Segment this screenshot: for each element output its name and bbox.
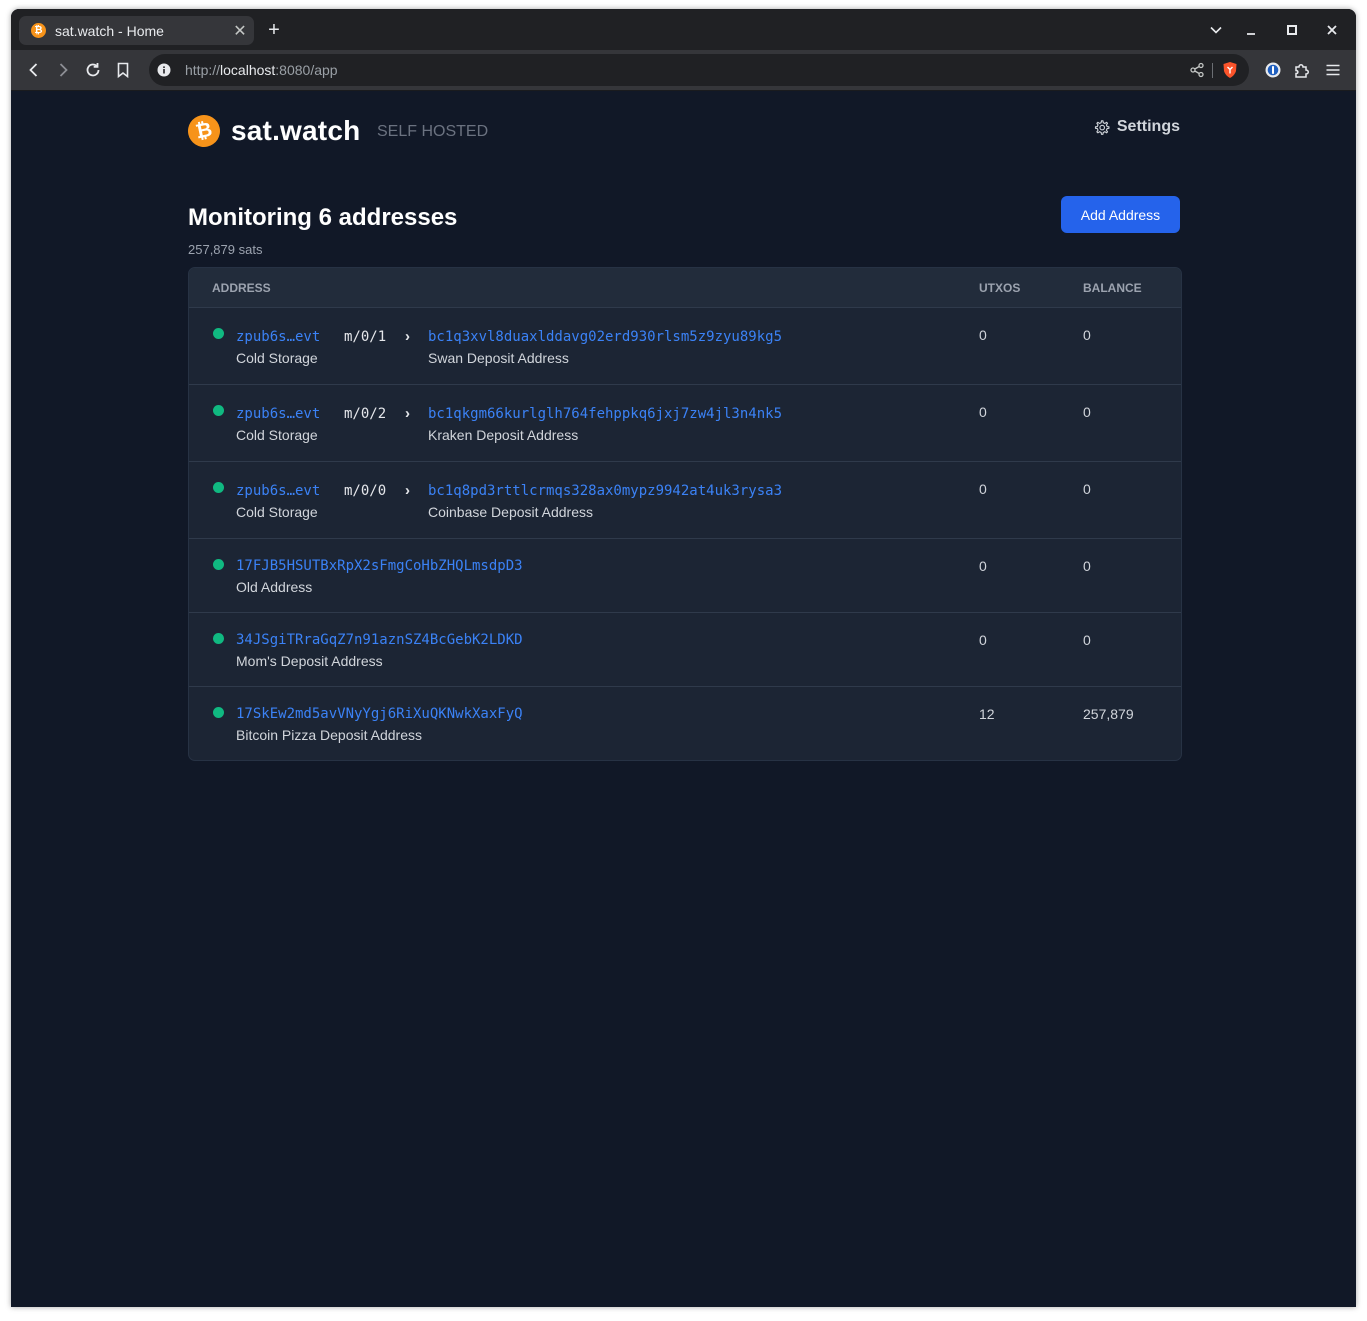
forward-arrow-icon[interactable] <box>51 58 75 82</box>
maximize-icon[interactable] <box>1280 18 1304 42</box>
password-manager-icon[interactable] <box>1261 58 1285 82</box>
column-header-address: ADDRESS <box>212 281 271 295</box>
address-label: Old Address <box>236 579 313 595</box>
bitcoin-logo-icon: ₿ <box>185 112 223 150</box>
url-host: localhost <box>220 62 276 78</box>
status-dot-icon <box>213 559 224 570</box>
close-window-icon[interactable] <box>1320 18 1344 42</box>
chevron-right-icon: › <box>405 482 410 499</box>
address-link[interactable]: bc1q3xvl8duaxlddavg02erd930rlsm5z9zyu89k… <box>428 329 782 345</box>
balance-value: 0 <box>1083 632 1091 648</box>
xpub-link[interactable]: zpub6s…evt <box>236 406 320 422</box>
tab-close-icon[interactable]: ✕ <box>228 21 252 41</box>
address-link[interactable]: 17FJB5HSUTBxRpX2sFmgCoHbZHQLmsdpD3 <box>236 558 523 574</box>
xpub-link[interactable]: zpub6s…evt <box>236 329 320 345</box>
address-bar[interactable]: http://localhost:8080/app <box>149 54 1249 86</box>
address-link[interactable]: 34JSgiTRraGqZ7n91aznSZ4BcGebK2LDKD <box>236 632 523 648</box>
browser-toolbar: http://localhost:8080/app <box>11 50 1356 91</box>
browser-window: ₿ sat.watch - Home ✕ + http://localhost:… <box>11 9 1356 1307</box>
balance-value: 257,879 <box>1083 706 1134 722</box>
app-name[interactable]: sat.watch <box>231 113 360 149</box>
balance-value: 0 <box>1083 558 1091 574</box>
back-arrow-icon[interactable] <box>22 58 46 82</box>
utxo-count: 12 <box>979 706 995 722</box>
app-header: ₿ sat.watch SELF HOSTED Settings <box>185 112 1180 153</box>
addresses-table: ADDRESS UTXOS BALANCE zpub6s…evt m/0/1 ›… <box>188 267 1182 761</box>
address-label: Coinbase Deposit Address <box>428 504 593 520</box>
column-header-balance: BALANCE <box>1083 281 1142 295</box>
minimize-icon[interactable] <box>1239 18 1263 42</box>
total-balance: 257,879 sats <box>188 242 263 257</box>
address-label: Bitcoin Pizza Deposit Address <box>236 727 422 743</box>
address-link[interactable]: bc1qkgm66kurlglh764fehppkq6jxj7zw4jl3n4n… <box>428 406 782 422</box>
chevron-right-icon: › <box>405 328 410 345</box>
utxo-count: 0 <box>979 558 987 574</box>
table-row[interactable]: 34JSgiTRraGqZ7n91aznSZ4BcGebK2LDKD Mom's… <box>189 612 1181 686</box>
tab-title: sat.watch - Home <box>55 22 164 39</box>
table-row[interactable]: zpub6s…evt m/0/1 › bc1q3xvl8duaxlddavg02… <box>189 307 1181 384</box>
derivation-path: m/0/2 <box>344 406 387 422</box>
page-content: ₿ sat.watch SELF HOSTED Settings Monitor… <box>11 91 1356 1307</box>
address-label: Kraken Deposit Address <box>428 427 579 443</box>
tab-list-chevron-down-icon[interactable] <box>1204 18 1228 42</box>
column-header-utxos: UTXOS <box>979 281 1021 295</box>
xpub-label: Cold Storage <box>236 350 318 366</box>
page-title: Monitoring 6 addresses <box>188 204 458 231</box>
share-icon[interactable] <box>1189 62 1205 78</box>
derivation-path: m/0/0 <box>344 483 387 499</box>
url-path: :8080/app <box>275 62 338 78</box>
table-row[interactable]: zpub6s…evt m/0/0 › bc1q8pd3rttlcrmqs328a… <box>189 461 1181 538</box>
status-dot-icon <box>213 707 224 718</box>
address-bar-divider <box>1212 63 1213 78</box>
app-subtitle: SELF HOSTED <box>377 123 489 140</box>
site-info-icon[interactable] <box>157 63 171 77</box>
address-label: Mom's Deposit Address <box>236 653 383 669</box>
utxo-count: 0 <box>979 327 987 343</box>
table-row[interactable]: 17SkEw2md5avVNyYgj6RiXuQKNwkXaxFyQ Bitco… <box>189 686 1181 760</box>
table-row[interactable]: zpub6s…evt m/0/2 › bc1qkgm66kurlglh764fe… <box>189 384 1181 461</box>
bookmark-icon[interactable] <box>111 58 135 82</box>
bitcoin-favicon-icon: ₿ <box>31 23 46 38</box>
url-scheme: http:// <box>185 62 221 78</box>
url-text: http://localhost:8080/app <box>185 62 338 78</box>
reload-icon[interactable] <box>81 58 105 82</box>
xpub-link[interactable]: zpub6s…evt <box>236 483 320 499</box>
utxo-count: 0 <box>979 632 987 648</box>
balance-value: 0 <box>1083 327 1091 343</box>
status-dot-icon <box>213 482 224 493</box>
status-dot-icon <box>213 633 224 644</box>
utxo-count: 0 <box>979 404 987 420</box>
extensions-puzzle-icon[interactable] <box>1290 58 1314 82</box>
brave-shields-icon[interactable] <box>1221 61 1239 79</box>
balance-value: 0 <box>1083 481 1091 497</box>
settings-label: Settings <box>1116 118 1180 135</box>
table-row[interactable]: 17FJB5HSUTBxRpX2sFmgCoHbZHQLmsdpD3 Old A… <box>189 538 1181 612</box>
xpub-label: Cold Storage <box>236 504 318 520</box>
address-label: Swan Deposit Address <box>428 350 569 366</box>
gear-icon <box>1094 119 1110 135</box>
add-address-button[interactable]: Add Address <box>1061 196 1180 233</box>
tab-strip: ₿ sat.watch - Home ✕ + <box>11 9 1356 50</box>
derivation-path: m/0/1 <box>344 329 387 345</box>
menu-hamburger-icon[interactable] <box>1321 58 1345 82</box>
status-dot-icon <box>213 328 224 339</box>
new-tab-button[interactable]: + <box>264 16 284 44</box>
address-link[interactable]: 17SkEw2md5avVNyYgj6RiXuQKNwkXaxFyQ <box>236 706 523 722</box>
balance-value: 0 <box>1083 404 1091 420</box>
utxo-count: 0 <box>979 481 987 497</box>
chevron-right-icon: › <box>405 405 410 422</box>
settings-link[interactable]: Settings <box>1093 118 1180 136</box>
xpub-label: Cold Storage <box>236 427 318 443</box>
browser-tab-active[interactable]: ₿ sat.watch - Home ✕ <box>19 16 254 45</box>
table-header: ADDRESS UTXOS BALANCE <box>189 268 1181 307</box>
address-link[interactable]: bc1q8pd3rttlcrmqs328ax0mypz9942at4uk3rys… <box>428 483 782 499</box>
status-dot-icon <box>213 405 224 416</box>
